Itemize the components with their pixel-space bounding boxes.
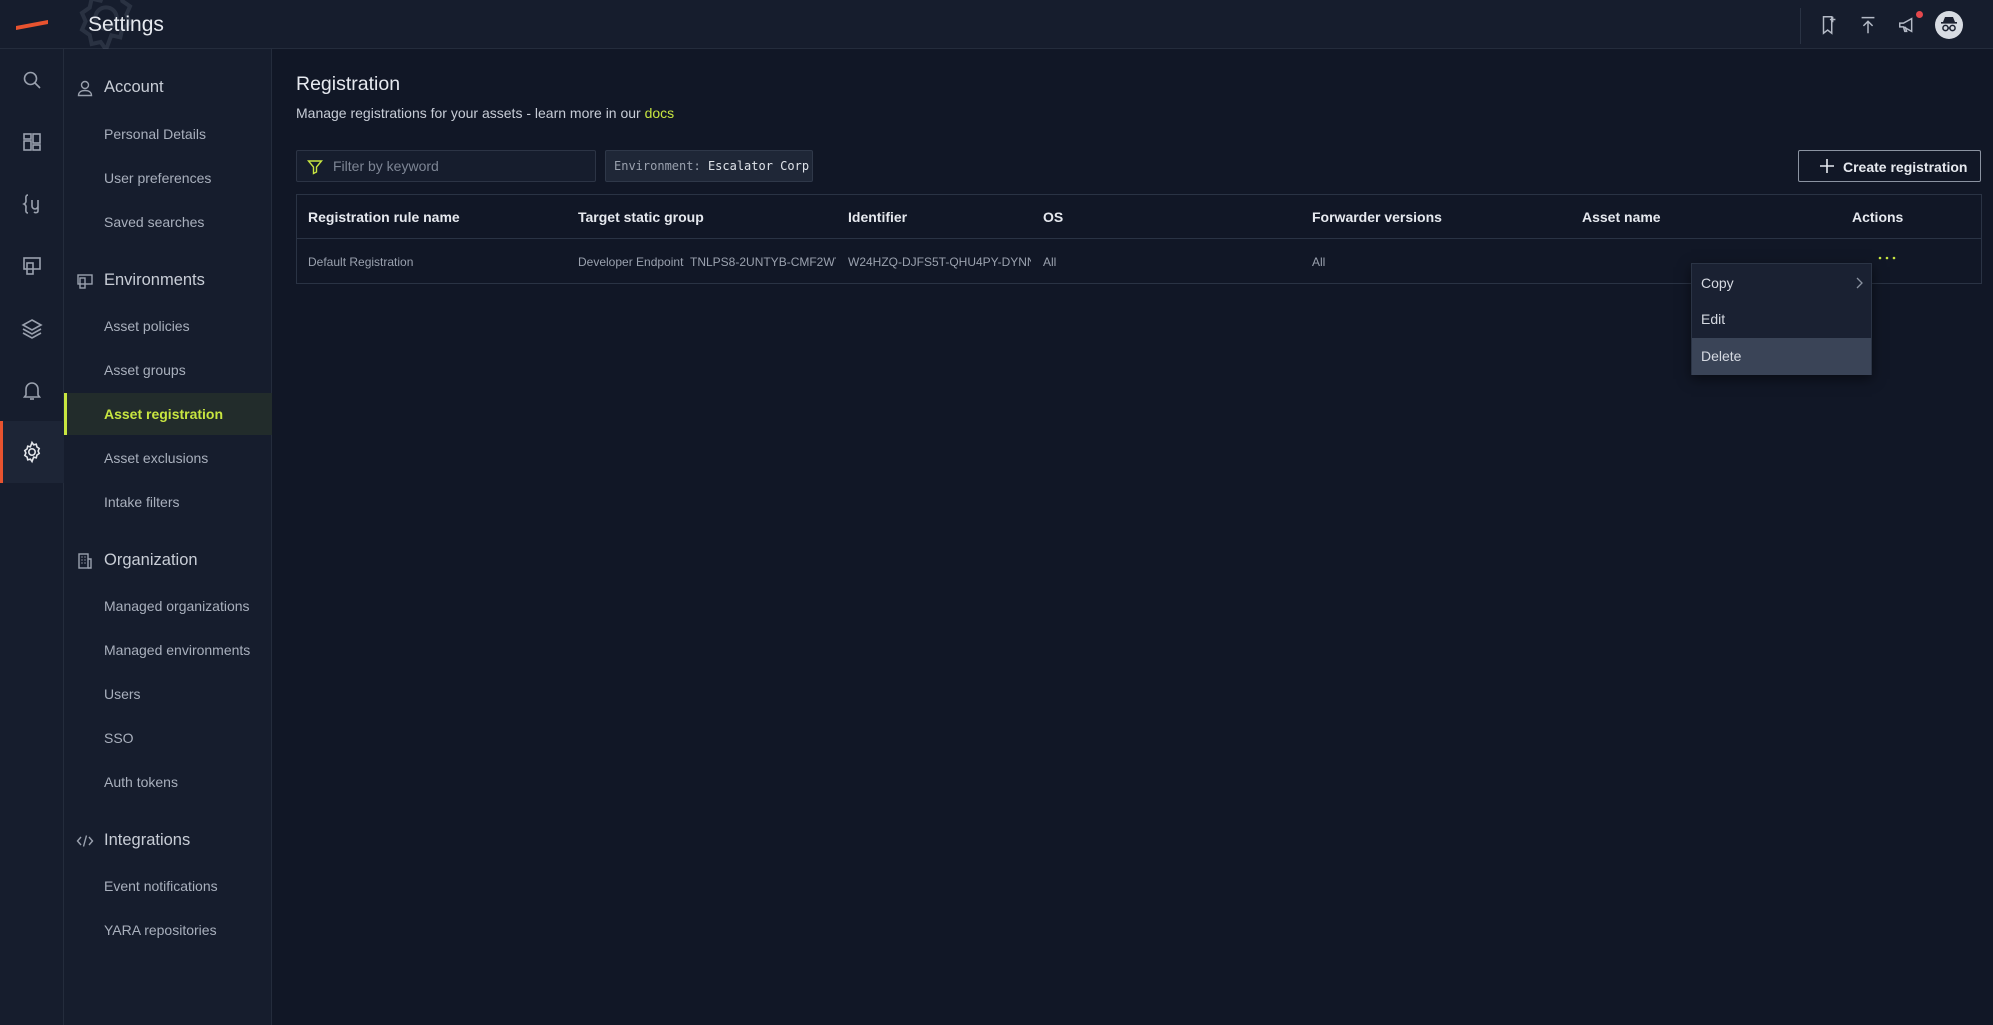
upload-icon[interactable] bbox=[1857, 14, 1879, 36]
page-title: Registration bbox=[296, 73, 401, 95]
section-title: Organization bbox=[104, 551, 198, 569]
rail-alerts[interactable] bbox=[0, 359, 64, 421]
column-header[interactable]: Identifier bbox=[848, 209, 907, 225]
column-header: Actions bbox=[1852, 209, 1904, 225]
row-actions-menu: Copy Edit Delete bbox=[1691, 263, 1872, 375]
sidebar-item-intake-filters[interactable]: Intake filters bbox=[64, 481, 272, 523]
sidebar-item-managed-environments[interactable]: Managed environments bbox=[64, 629, 272, 671]
bookmark-icon[interactable] bbox=[1818, 14, 1840, 36]
cell-identifier: W24HZQ-DJFS5T-QHU4PY-DYNNW bbox=[848, 255, 1031, 269]
environment-icon bbox=[77, 274, 93, 289]
section-integrations: Integrations bbox=[64, 827, 272, 855]
main-content: Registration Manage registrations for yo… bbox=[273, 49, 1993, 1025]
cell-rule-name: Default Registration bbox=[308, 255, 414, 269]
gear-icon bbox=[23, 440, 41, 464]
column-header[interactable]: OS bbox=[1043, 209, 1063, 225]
keyword-filter bbox=[296, 150, 596, 182]
docs-link[interactable]: docs bbox=[645, 105, 675, 121]
building-icon bbox=[78, 553, 92, 569]
sidebar-item-users[interactable]: Users bbox=[64, 673, 272, 715]
section-title: Environments bbox=[104, 271, 205, 289]
column-header[interactable]: Target static group bbox=[578, 209, 704, 225]
avatar[interactable] bbox=[1935, 11, 1963, 39]
filter-icon bbox=[307, 160, 323, 175]
notification-badge bbox=[1916, 11, 1923, 18]
sidebar-item-saved-searches[interactable]: Saved searches bbox=[64, 201, 272, 243]
rail-dashboard[interactable] bbox=[0, 111, 64, 173]
sidebar-item-asset-registration[interactable]: Asset registration bbox=[64, 393, 272, 435]
table-header: Registration rule name Target static gro… bbox=[297, 195, 1981, 239]
chevron-right-icon bbox=[1856, 277, 1863, 289]
cell-os: All bbox=[1043, 255, 1057, 269]
top-bar-divider bbox=[1800, 8, 1801, 44]
bell-icon bbox=[22, 382, 42, 400]
incognito-icon bbox=[1941, 17, 1957, 32]
filter-input[interactable] bbox=[331, 151, 591, 181]
layers-icon bbox=[21, 319, 43, 339]
logo-icon[interactable] bbox=[14, 17, 50, 31]
rail-search[interactable] bbox=[0, 49, 64, 111]
settings-sidebar: Account Personal Details User preference… bbox=[64, 49, 272, 1025]
sidebar-item-managed-organizations[interactable]: Managed organizations bbox=[64, 585, 272, 627]
rail-detection-rules[interactable] bbox=[0, 173, 64, 235]
sidebar-item-auth-tokens[interactable]: Auth tokens bbox=[64, 761, 272, 803]
cell-forwarder-versions: All bbox=[1312, 255, 1326, 269]
megaphone-icon[interactable] bbox=[1897, 14, 1919, 36]
rail-assets[interactable] bbox=[0, 235, 64, 297]
menu-item-copy[interactable]: Copy bbox=[1692, 265, 1871, 302]
sidebar-item-sso[interactable]: SSO bbox=[64, 717, 272, 759]
more-actions-icon[interactable] bbox=[1875, 251, 1899, 265]
menu-item-delete[interactable]: Delete bbox=[1692, 338, 1871, 375]
column-header[interactable]: Asset name bbox=[1582, 209, 1661, 225]
rail-settings[interactable] bbox=[0, 421, 64, 483]
rail-layers[interactable] bbox=[0, 297, 64, 359]
section-environments: Environments bbox=[64, 267, 272, 295]
environment-chip[interactable]: Environment: Escalator Corp bbox=[605, 150, 813, 182]
sidebar-item-asset-exclusions[interactable]: Asset exclusions bbox=[64, 437, 272, 479]
top-bar: Settings bbox=[0, 0, 1993, 54]
sidebar-item-user-preferences[interactable]: User preferences bbox=[64, 157, 272, 199]
column-header[interactable]: Forwarder versions bbox=[1312, 209, 1442, 225]
section-organization: Organization bbox=[64, 547, 272, 575]
app-title: Settings bbox=[88, 13, 164, 36]
sidebar-item-personal-details[interactable]: Personal Details bbox=[64, 113, 272, 155]
create-registration-button[interactable]: Create registration bbox=[1798, 150, 1981, 182]
plus-icon bbox=[1820, 159, 1834, 173]
section-title: Account bbox=[104, 78, 164, 96]
assets-icon bbox=[23, 257, 41, 275]
sidebar-item-asset-groups[interactable]: Asset groups bbox=[64, 349, 272, 391]
search-icon bbox=[23, 71, 41, 89]
cell-target-group: Developer Endpoint bbox=[578, 255, 684, 269]
icon-rail bbox=[0, 49, 64, 1025]
detection-rules-icon bbox=[22, 194, 39, 214]
page-subtitle: Manage registrations for your assets - l… bbox=[296, 105, 675, 121]
user-icon bbox=[77, 80, 93, 97]
sidebar-item-event-notifications[interactable]: Event notifications bbox=[64, 865, 272, 907]
section-title: Integrations bbox=[104, 831, 191, 849]
sidebar-item-yara-repositories[interactable]: YARA repositories bbox=[64, 909, 272, 951]
section-account: Account bbox=[64, 74, 272, 102]
dashboard-icon bbox=[23, 133, 41, 151]
cell-target-group-id: TNLPS8-2UNTYB-CMF2WY-C bbox=[690, 255, 836, 269]
sidebar-item-asset-policies[interactable]: Asset policies bbox=[64, 305, 272, 347]
menu-item-edit[interactable]: Edit bbox=[1692, 301, 1871, 338]
column-header[interactable]: Registration rule name bbox=[308, 209, 460, 225]
code-icon bbox=[76, 835, 94, 847]
